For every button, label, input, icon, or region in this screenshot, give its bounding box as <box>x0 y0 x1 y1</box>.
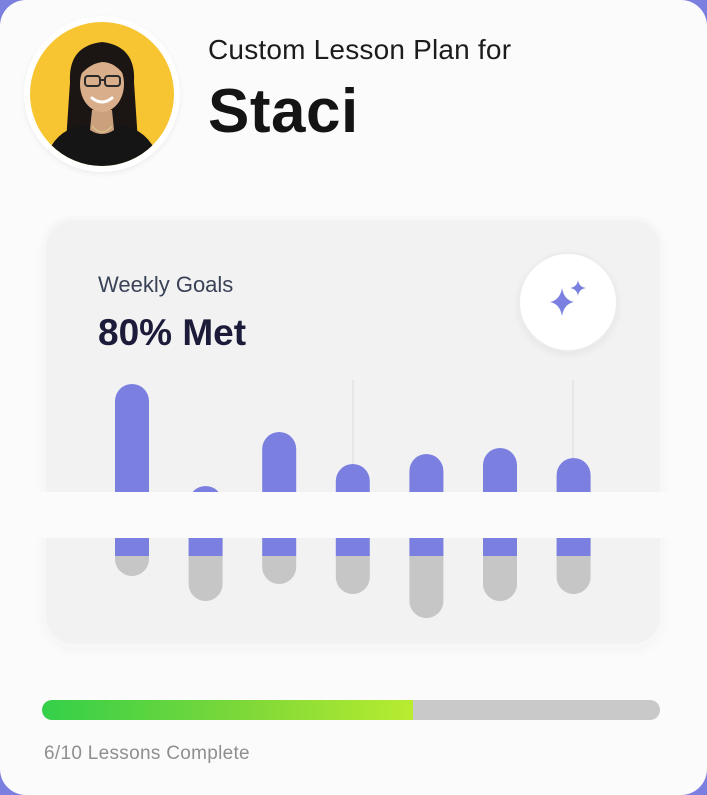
lesson-progress-bar <box>42 700 660 720</box>
lesson-progress-label: 6/10 Lessons Complete <box>44 743 250 764</box>
lesson-progress-fill <box>42 700 413 720</box>
panel-divider-band <box>0 492 707 538</box>
lesson-plan-card: Custom Lesson Plan for Staci Weekly Goal… <box>0 0 707 795</box>
weekly-goals-chart <box>115 380 591 618</box>
